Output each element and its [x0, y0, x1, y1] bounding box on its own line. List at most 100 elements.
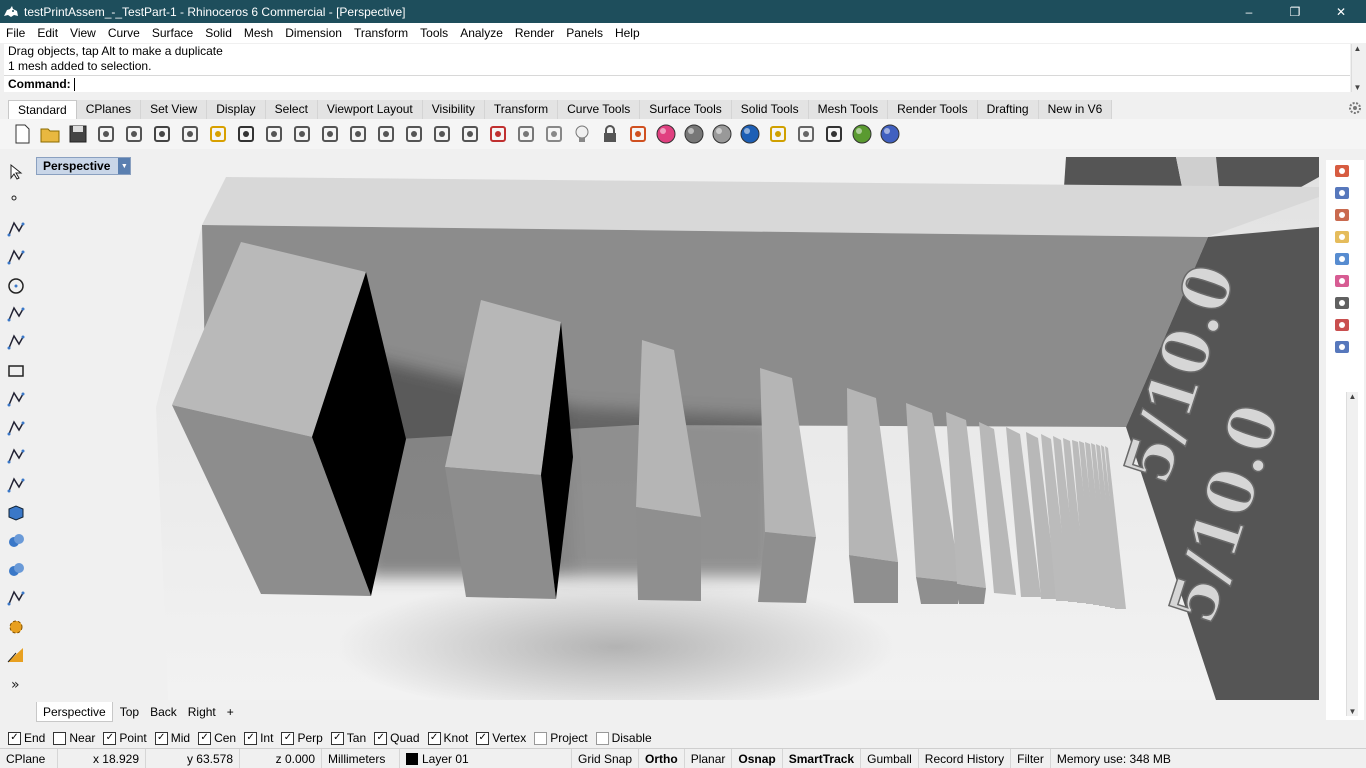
zoom-extents-icon[interactable] [372, 120, 400, 148]
command-line[interactable]: Command: [4, 75, 1350, 92]
tab-display[interactable]: Display [207, 100, 266, 119]
menu-mesh[interactable]: Mesh [238, 23, 279, 43]
units-label[interactable]: Millimeters [322, 748, 400, 768]
checkbox[interactable] [53, 731, 67, 745]
scroll-down-icon[interactable]: ▼ [1354, 83, 1362, 92]
paste-icon[interactable] [204, 120, 232, 148]
viewport-tab-right[interactable]: Right [184, 702, 220, 722]
layers-panel-icon[interactable] [1328, 160, 1356, 182]
four-viewports-icon[interactable] [456, 120, 484, 148]
car-render-icon[interactable] [484, 120, 512, 148]
copy-icon[interactable] [176, 120, 204, 148]
osnap-project[interactable]: Project [534, 731, 588, 745]
rectangle-icon[interactable] [2, 357, 30, 385]
ortho-toggle[interactable]: Ortho [639, 748, 685, 768]
undo-icon[interactable] [232, 120, 260, 148]
tab-mesh-tools[interactable]: Mesh Tools [808, 100, 889, 119]
select-arrow-icon[interactable] [2, 158, 30, 186]
checkbox[interactable]: ✓ [198, 731, 212, 745]
transform-gear-icon[interactable] [2, 613, 30, 641]
polygon-icon[interactable] [2, 385, 30, 413]
cylinder-icon[interactable] [2, 556, 30, 584]
checkbox[interactable]: ✓ [244, 731, 258, 745]
menu-panels[interactable]: Panels [560, 23, 609, 43]
lock-icon[interactable] [596, 120, 624, 148]
minimize-button[interactable]: – [1226, 0, 1272, 23]
tab-visibility[interactable]: Visibility [422, 100, 485, 119]
files-panel-icon[interactable] [1328, 226, 1356, 248]
menu-transform[interactable]: Transform [348, 23, 414, 43]
open-icon[interactable] [36, 120, 64, 148]
checkbox[interactable]: ✓ [427, 731, 441, 745]
rectangle-panel-icon[interactable] [1328, 314, 1356, 336]
restore-button[interactable]: ❐ [1272, 0, 1318, 23]
checkbox[interactable]: ✓ [330, 731, 344, 745]
osnap-tan[interactable]: ✓ Tan [330, 731, 366, 745]
command-scrollbar[interactable]: ▲ ▼ [1351, 44, 1363, 92]
tab-standard[interactable]: Standard [8, 100, 77, 119]
fillet-curve-icon[interactable] [2, 414, 30, 442]
more-tools-icon[interactable]: » [2, 670, 30, 698]
rendered-sphere-icon[interactable] [708, 120, 736, 148]
lightbulb-icon[interactable] [568, 120, 596, 148]
layer-icon[interactable] [624, 120, 652, 148]
checkbox[interactable] [534, 731, 548, 745]
scroll-up-icon[interactable]: ▲ [1354, 44, 1362, 53]
menu-curve[interactable]: Curve [102, 23, 146, 43]
tab-transform[interactable]: Transform [484, 100, 559, 119]
toolbar-options-gear-icon[interactable] [1347, 100, 1363, 116]
osnap-near[interactable]: Near [53, 731, 95, 745]
filter-icon[interactable] [764, 120, 792, 148]
save-icon[interactable] [64, 120, 92, 148]
export-icon[interactable] [120, 120, 148, 148]
tab-viewport-layout[interactable]: Viewport Layout [317, 100, 423, 119]
tab-solid-tools[interactable]: Solid Tools [731, 100, 809, 119]
properties-icon[interactable] [512, 120, 540, 148]
settings-gear-icon[interactable] [792, 120, 820, 148]
osnap-int[interactable]: ✓ Int [244, 731, 273, 745]
layer-selector[interactable]: Layer 01 [400, 748, 572, 768]
menu-dimension[interactable]: Dimension [279, 23, 348, 43]
ellipse-icon[interactable] [2, 300, 30, 328]
add-viewport-tab-icon[interactable]: + [223, 702, 238, 722]
viewport-tab-back[interactable]: Back [146, 702, 181, 722]
menu-view[interactable]: View [64, 23, 102, 43]
zoom-window-icon[interactable] [344, 120, 372, 148]
new-icon[interactable] [8, 120, 36, 148]
record-history-toggle[interactable]: Record History [919, 748, 1012, 768]
viewport-title[interactable]: Perspective ▼ [36, 157, 132, 175]
checkbox[interactable]: ✓ [154, 731, 168, 745]
surface-corner-icon[interactable] [2, 442, 30, 470]
curve-icon[interactable] [2, 243, 30, 271]
osnap-mid[interactable]: ✓ Mid [154, 731, 190, 745]
menu-analyze[interactable]: Analyze [454, 23, 509, 43]
menu-help[interactable]: Help [609, 23, 646, 43]
show-hide-icon[interactable] [540, 120, 568, 148]
checkbox[interactable]: ✓ [103, 731, 117, 745]
display-panel-icon[interactable] [1328, 204, 1356, 226]
osnap-perp[interactable]: ✓ Perp [281, 731, 323, 745]
tab-new-in-v6[interactable]: New in V6 [1038, 100, 1113, 119]
osnap-knot[interactable]: ✓ Knot [427, 731, 468, 745]
sun-panel-icon[interactable] [1328, 336, 1356, 358]
blue-sphere-icon[interactable] [736, 120, 764, 148]
osnap-quad[interactable]: ✓ Quad [374, 731, 420, 745]
checkbox[interactable]: ✓ [374, 731, 388, 745]
filter-toggle[interactable]: Filter [1011, 748, 1051, 768]
menu-file[interactable]: File [0, 23, 31, 43]
zoom-selected-icon[interactable] [400, 120, 428, 148]
cut-icon[interactable] [148, 120, 176, 148]
dimension-icon[interactable] [820, 120, 848, 148]
menu-surface[interactable]: Surface [146, 23, 199, 43]
tab-cplanes[interactable]: CPlanes [76, 100, 142, 119]
checkbox[interactable]: ✓ [281, 731, 295, 745]
pan-icon[interactable] [260, 120, 288, 148]
menu-tools[interactable]: Tools [414, 23, 454, 43]
render-globe-icon[interactable] [848, 120, 876, 148]
rotate-camera-icon[interactable] [428, 120, 456, 148]
mesh-icon[interactable] [2, 584, 30, 612]
scroll-down-icon[interactable]: ▼ [1349, 707, 1357, 716]
analyze-icon[interactable] [2, 641, 30, 669]
tab-render-tools[interactable]: Render Tools [888, 100, 978, 119]
arc-icon[interactable] [2, 329, 30, 357]
